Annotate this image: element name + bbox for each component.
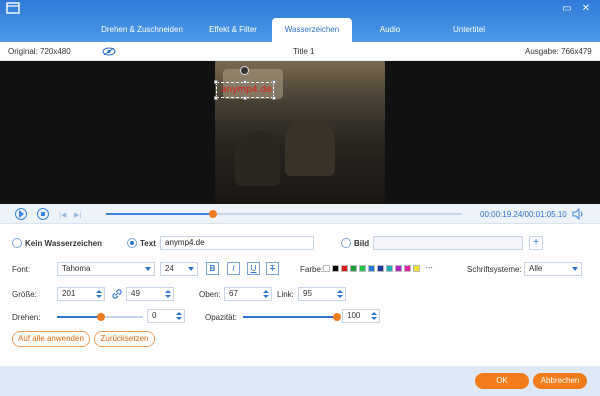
reset-button[interactable]: Zurücksetzen [94,331,155,347]
cancel-button[interactable]: Abbrechen [533,373,587,389]
rotate-stepper[interactable]: 0 [147,309,185,323]
resize-handle[interactable] [272,80,276,84]
underline-button[interactable]: U [247,262,260,275]
resize-handle[interactable] [243,80,247,84]
close-icon[interactable]: ✕ [582,3,590,14]
info-bar: Original: 720x480 Title 1 Ausgabe: 766x4… [0,42,600,61]
script-label: Schriftsysteme: [467,265,522,274]
width-value: 201 [62,289,76,298]
tab-rotate-crop[interactable]: Drehen & Zuschneiden [88,18,196,42]
tab-effect-filter[interactable]: Effekt & Filter [196,18,270,42]
rotate-slider-fill [57,316,100,318]
title-bar: Drehen & Zuschneiden Effekt & Filter Was… [0,0,600,42]
image-path-input[interactable] [373,236,523,250]
strikethrough-button[interactable]: T [266,262,279,275]
radio-no-watermark[interactable] [12,238,22,248]
eye-hide-icon[interactable] [102,47,116,56]
tab-watermark[interactable]: Wasserzeichen [272,18,352,42]
window-controls: ▭ ✕ [552,3,590,14]
color-swatch[interactable] [332,265,339,272]
color-swatch[interactable] [395,265,402,272]
resize-handle[interactable] [272,96,276,100]
script-value: Alle [529,264,543,273]
font-size-value: 24 [165,264,174,273]
italic-button[interactable]: I [227,262,240,275]
timecode: 00:00:19.24/00:01:05.10 [480,210,567,219]
chevron-down-icon [188,267,194,271]
text-label: Text [140,239,156,248]
resize-handle[interactable] [243,96,247,100]
height-stepper[interactable]: 49 [126,287,174,301]
color-swatch[interactable] [377,265,384,272]
volume-icon[interactable] [572,208,584,220]
width-stepper[interactable]: 201 [57,287,105,301]
chevron-down-icon [145,267,151,271]
original-size: Original: 720x480 [8,47,71,56]
ok-button[interactable]: OK [475,373,529,389]
script-select[interactable]: Alle [524,262,582,276]
size-label: Größe: [12,290,37,299]
rotate-slider-knob[interactable] [97,313,105,321]
progress-track[interactable] [106,210,462,218]
height-value: 49 [131,289,140,298]
app-logo-icon [6,2,20,14]
previous-frame-icon[interactable]: |◀ [59,211,66,219]
color-swatch[interactable] [368,265,375,272]
progress-knob[interactable] [208,210,217,218]
rotate-label: Drehen: [12,313,41,322]
tab-audio[interactable]: Audio [362,18,418,42]
left-stepper[interactable]: 95 [298,287,346,301]
color-swatch[interactable] [404,265,411,272]
resize-handle[interactable] [214,80,218,84]
font-value: Tahoma [62,264,91,273]
play-glyph [19,210,24,218]
opacity-value: 100 [347,311,361,320]
opacity-label: Opazität: [205,313,238,322]
chevron-down-icon [572,267,578,271]
next-frame-icon[interactable]: ▶| [74,211,81,219]
bold-button[interactable]: B [206,262,219,275]
font-size-select[interactable]: 24 [160,262,198,276]
stop-glyph [41,212,45,216]
color-swatch[interactable] [323,265,330,272]
opacity-slider-fill [243,316,337,318]
left-value: 95 [303,289,312,298]
add-image-icon[interactable]: + [529,236,543,250]
top-value: 67 [229,289,238,298]
resize-handle[interactable] [214,96,218,100]
top-stepper[interactable]: 67 [224,287,272,301]
color-swatch[interactable] [359,265,366,272]
apply-all-button[interactable]: Auf alle anwenden [12,331,90,347]
opacity-stepper[interactable]: 100 [342,309,380,323]
opacity-slider-knob[interactable] [333,313,341,321]
watermark-text-input[interactable]: anymp4.de [160,236,314,250]
rotate-value: 0 [152,311,157,320]
color-swatch[interactable] [341,265,348,272]
left-label: Link: [277,290,294,299]
top-label: Oben: [199,290,221,299]
tab-subtitle[interactable]: Untertitel [438,18,500,42]
progress-fill [106,213,213,215]
minimize-icon[interactable]: ▭ [562,3,571,14]
output-size: Ausgabe: 766x479 [525,47,592,56]
more-colors-icon[interactable]: ··· [425,263,433,272]
radio-image[interactable] [341,238,351,248]
color-swatch[interactable] [350,265,357,272]
watermark-text-preview: anymp4.de [221,85,272,95]
font-select[interactable]: Tahoma [57,262,155,276]
image-label: Bild [354,239,370,248]
color-swatch[interactable] [386,265,393,272]
font-label: Font: [12,265,31,274]
video-preview [0,61,600,204]
rotate-handle-icon[interactable] [240,66,249,75]
color-swatch[interactable] [413,265,420,272]
radio-text[interactable] [127,238,137,248]
link-aspect-icon[interactable] [112,289,122,299]
playback-bar: |◀ ▶| 00:00:19.24/00:01:05.10 [0,204,600,224]
color-label: Farbe: [300,265,324,274]
footer: OK Abbrechen [0,366,600,396]
no-watermark-label: Kein Wasserzeichen [25,239,103,248]
video-title: Title 1 [293,47,315,56]
